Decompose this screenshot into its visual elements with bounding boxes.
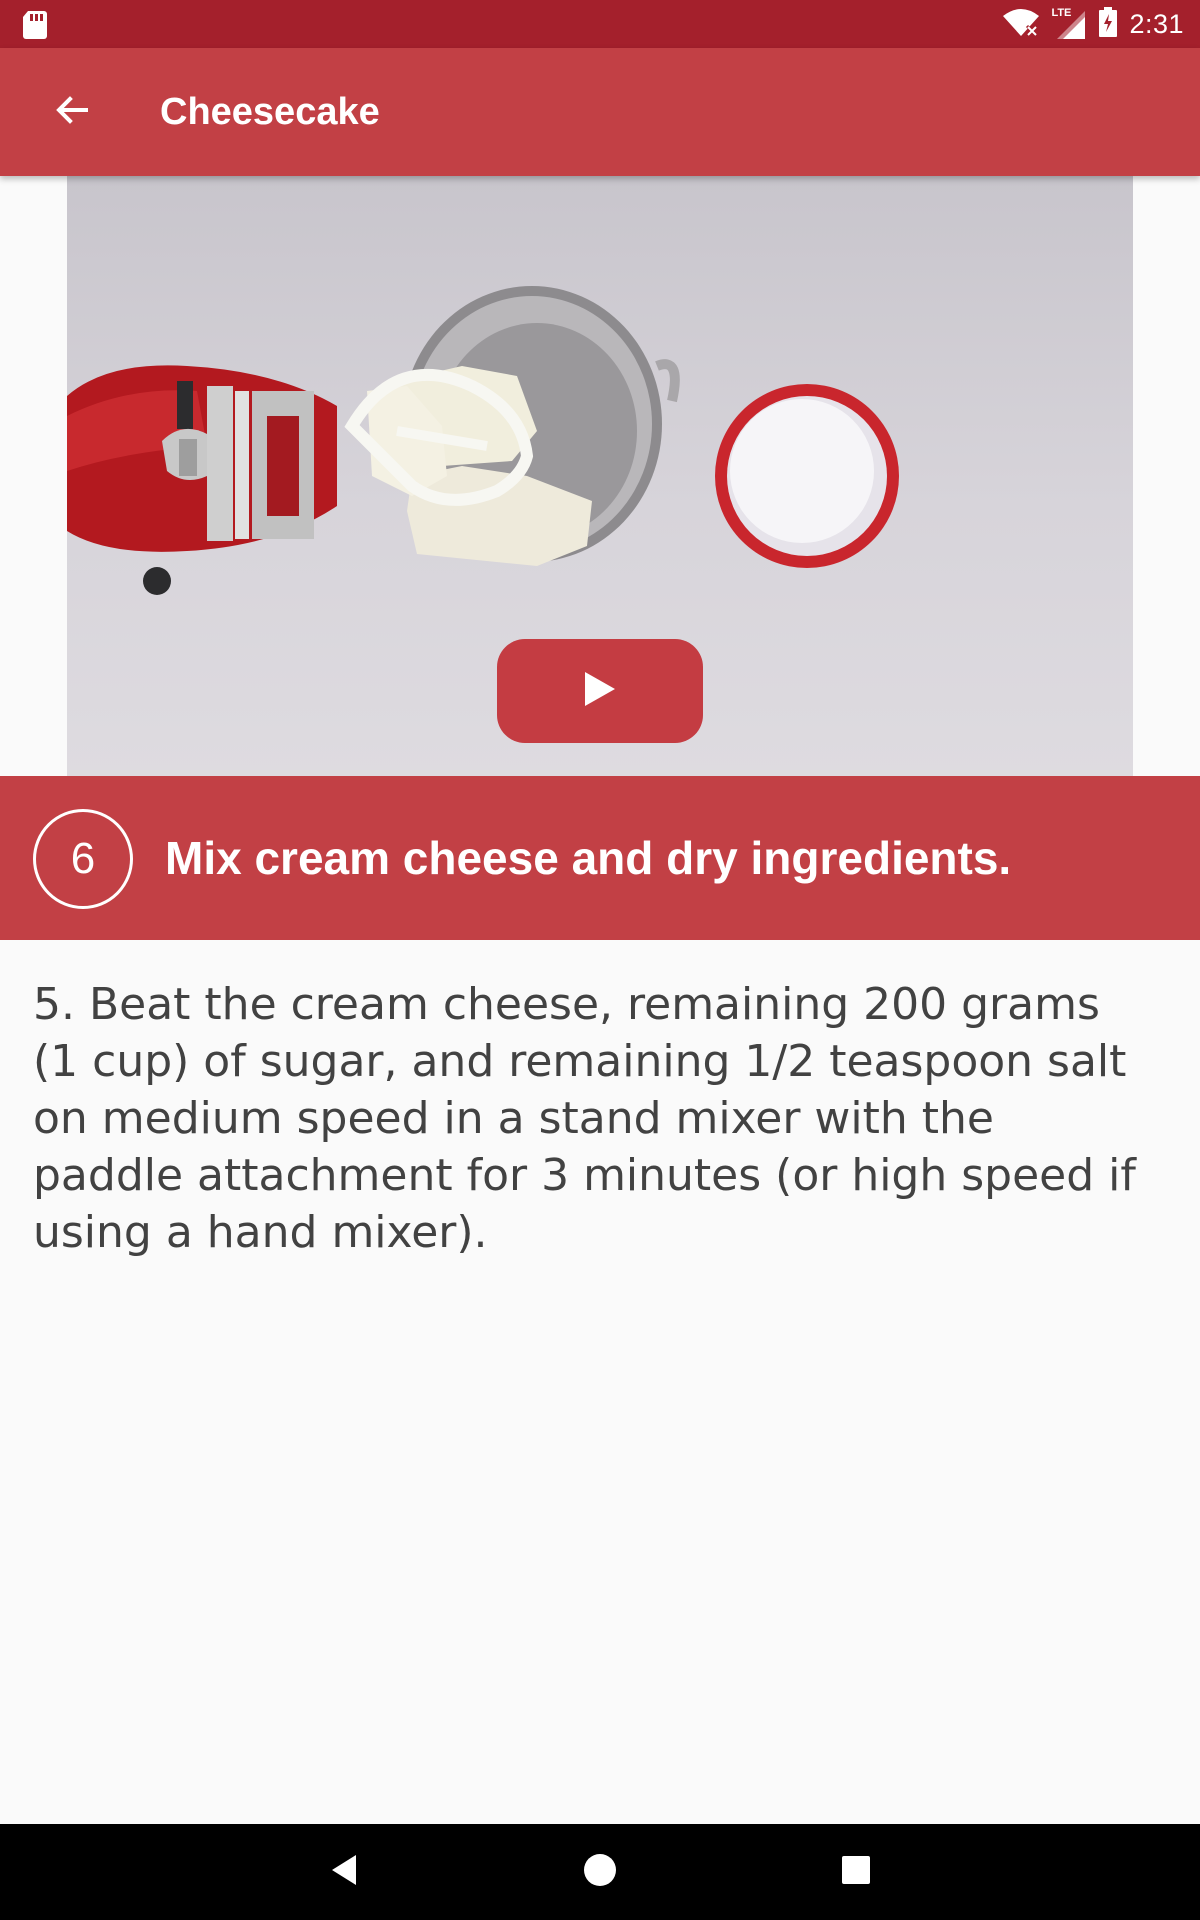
play-icon <box>583 670 617 713</box>
back-button[interactable] <box>48 88 96 136</box>
play-button[interactable] <box>497 639 703 743</box>
step-title: Mix cream cheese and dry ingredients. <box>165 832 1012 884</box>
clock: 2:31 <box>1129 8 1184 39</box>
home-circle-icon <box>583 1853 617 1892</box>
wifi-icon <box>1003 8 1040 41</box>
step-number: 6 <box>70 834 96 883</box>
recents-square-icon <box>841 1855 871 1890</box>
signal-icon: LTE <box>1051 7 1087 39</box>
arrow-left-icon <box>54 92 90 133</box>
page-title: Cheesecake <box>160 91 380 133</box>
nav-home-button[interactable] <box>570 1842 630 1902</box>
video-player[interactable] <box>67 176 1133 776</box>
status-bar: LTE 2:31 <box>0 0 1200 48</box>
nav-recents-button[interactable] <box>826 1842 886 1902</box>
step-number-badge: 6 <box>33 809 133 909</box>
step-header: 6 Mix cream cheese and dry ingredients. <box>0 776 1200 940</box>
nav-back-button[interactable] <box>314 1842 374 1902</box>
sd-card-icon <box>22 11 48 44</box>
battery-charging-icon <box>1099 6 1118 42</box>
app-bar: Cheesecake <box>0 48 1200 176</box>
step-instructions: 5. Beat the cream cheese, remaining 200 … <box>33 979 1136 1258</box>
system-navigation-bar <box>0 1824 1200 1920</box>
back-triangle-icon <box>328 1853 360 1892</box>
